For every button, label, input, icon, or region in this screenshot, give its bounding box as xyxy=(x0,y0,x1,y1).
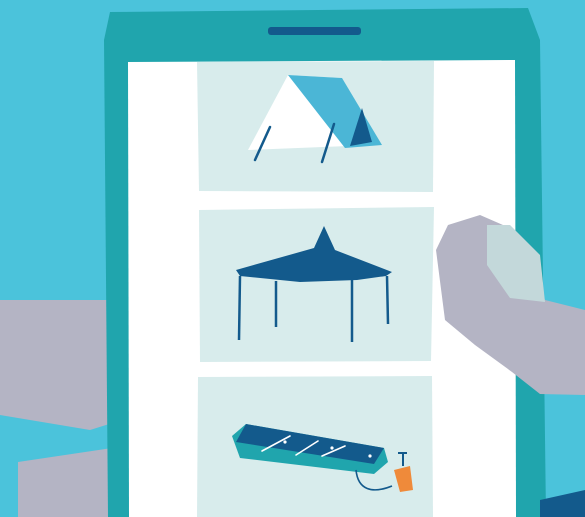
speaker-slot xyxy=(268,27,361,35)
phone-illustration xyxy=(0,0,585,517)
left-arm xyxy=(0,300,122,430)
illustration-scene xyxy=(0,0,585,517)
canopy-card[interactable] xyxy=(199,207,434,362)
